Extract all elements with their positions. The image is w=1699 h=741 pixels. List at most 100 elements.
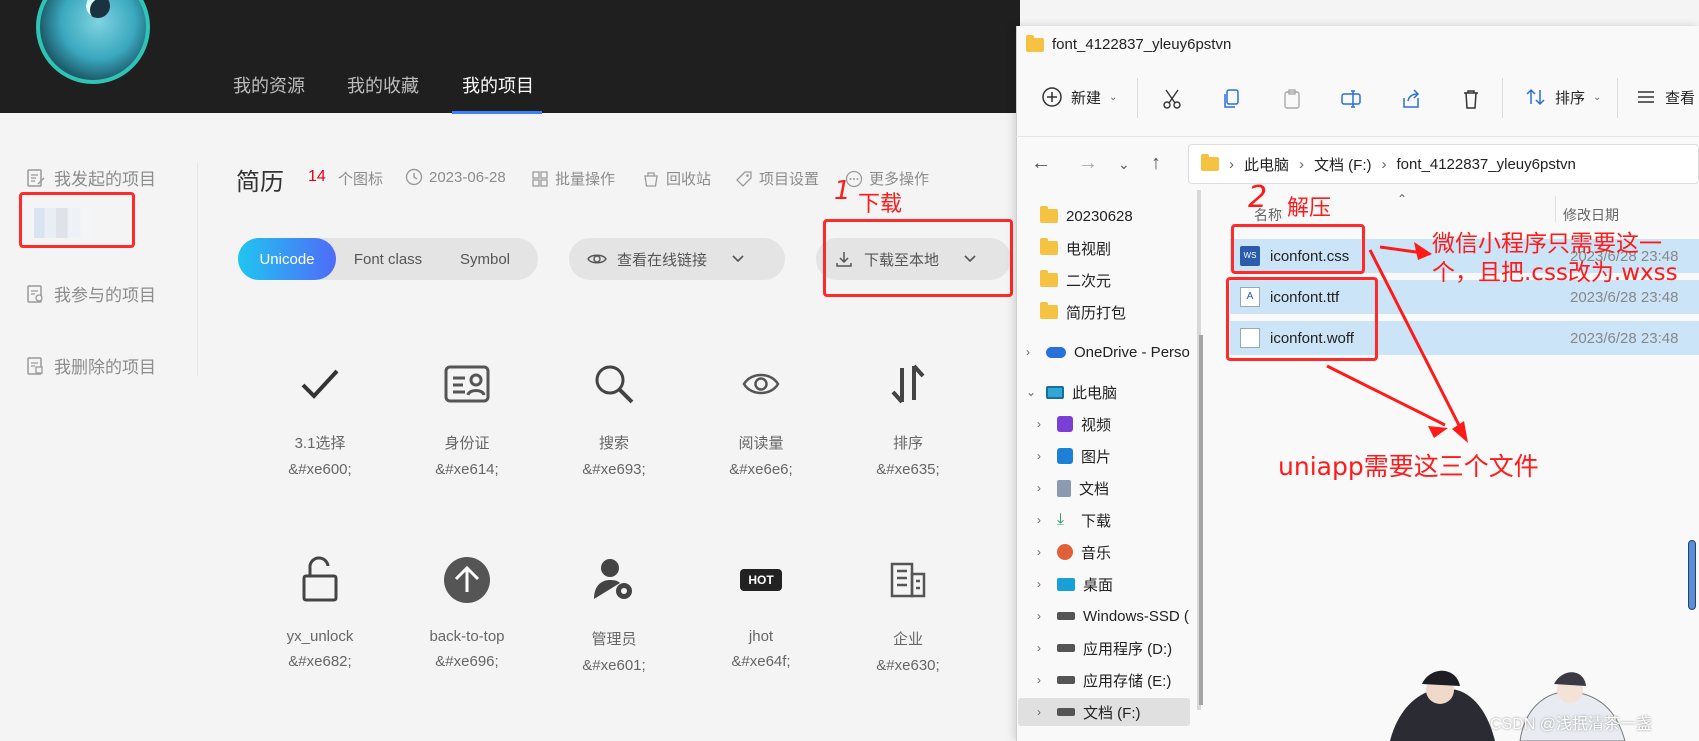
icon-card-building[interactable]: 企业 &#xe630; <box>833 550 983 674</box>
toolbar-separator <box>1137 78 1138 118</box>
batch-action-button[interactable]: 批量操作 <box>531 168 615 189</box>
breadcrumb-separator: › <box>1299 155 1305 173</box>
chevron-right-icon[interactable]: › <box>1037 673 1049 687</box>
toolbar-separator <box>1617 78 1618 118</box>
tree-item-documents[interactable]: › 文档 <box>1037 474 1207 502</box>
tree-scrollbar-thumb[interactable] <box>1199 335 1203 705</box>
cloud-icon <box>1046 346 1066 358</box>
folder-icon <box>1040 238 1058 255</box>
chevron-right-icon[interactable]: › <box>1026 345 1038 359</box>
cut-icon[interactable] <box>1161 88 1183 110</box>
tree-item-desktop[interactable]: › 桌面 <box>1037 570 1207 598</box>
share-icon[interactable] <box>1400 88 1422 110</box>
address-bar[interactable]: › 此电脑 › 文档 (F:) › font_4122837_yleuy6pst… <box>1188 144 1699 184</box>
admin-icon <box>594 559 632 599</box>
toolbar-separator <box>1502 78 1503 118</box>
tree-item-this-pc[interactable]: ⌄ 此电脑 <box>1026 378 1196 406</box>
chevron-right-icon[interactable]: › <box>1037 609 1049 623</box>
tree-item-windows-ssd[interactable]: › Windows-SSD ( <box>1037 602 1207 630</box>
tree-item-music[interactable]: › 音乐 <box>1037 538 1207 566</box>
icon-count-unit: 个图标 <box>338 171 384 188</box>
rename-icon[interactable] <box>1340 88 1362 110</box>
search-icon <box>595 365 634 404</box>
tree-item-drive-d[interactable]: › 应用程序 (D:) <box>1037 634 1207 662</box>
nav-my-favorites[interactable]: 我的收藏 <box>347 72 419 98</box>
icon-card-hot[interactable]: HOT jhot &#xe64f; <box>686 550 836 670</box>
sidebar-item-joined[interactable]: 我参与的项目 <box>26 281 156 306</box>
tree-item-downloads[interactable]: › ⤓ 下载 <box>1037 506 1207 534</box>
annotation-box-project <box>19 192 135 248</box>
back-arrow-icon[interactable]: ← <box>1031 152 1055 176</box>
explorer-title: font_4122837_yleuy6pstvn <box>1026 34 1231 53</box>
delete-icon[interactable] <box>1460 88 1482 110</box>
chevron-right-icon[interactable]: › <box>1037 545 1049 559</box>
paste-icon[interactable] <box>1281 88 1303 110</box>
clock-icon <box>405 168 423 186</box>
folder-icon <box>1040 270 1058 287</box>
nav-my-projects[interactable]: 我的项目 <box>462 72 534 98</box>
breadcrumb-current-folder[interactable]: font_4122837_yleuy6pstvn <box>1397 156 1576 173</box>
column-header-modified[interactable]: 修改日期 <box>1563 205 1619 225</box>
search-doc-icon <box>27 284 43 303</box>
tree-item-anime[interactable]: 二次元 <box>1020 266 1190 294</box>
unlock-icon <box>302 556 338 602</box>
copy-icon[interactable] <box>1221 88 1243 110</box>
tree-item-drive-e[interactable]: › 应用存储 (E:) <box>1037 666 1207 694</box>
new-button[interactable]: 新建 ⌄ <box>1041 86 1117 108</box>
tab-font-class[interactable]: Font class <box>336 251 440 268</box>
breadcrumb-drive-f[interactable]: 文档 (F:) <box>1314 154 1372 175</box>
sidebar-item-deleted[interactable]: 我删除的项目 <box>26 353 156 378</box>
tab-symbol[interactable]: Symbol <box>440 251 530 268</box>
annotation-uniapp-note: uniapp需要这三个文件 <box>1278 452 1539 481</box>
icon-card-eye[interactable]: 阅读量 &#xe6e6; <box>686 354 836 478</box>
recent-chevron-icon[interactable]: ⌄ <box>1118 156 1142 180</box>
grid-icon <box>532 170 548 187</box>
project-settings-button[interactable]: 项目设置 <box>735 168 819 189</box>
watermark: CSDN @浅抿清茶一盏 <box>1490 716 1653 733</box>
chevron-right-icon[interactable]: › <box>1037 513 1049 527</box>
up-arrow-icon[interactable]: ↑ <box>1151 152 1175 176</box>
tree-item-videos[interactable]: › 视频 <box>1037 410 1207 438</box>
view-online-link-button[interactable]: 查看在线链接 <box>569 238 785 280</box>
tree-item-drive-f[interactable]: › 文档 (F:) <box>1037 698 1207 726</box>
column-separator[interactable] <box>1555 196 1556 222</box>
chevron-right-icon[interactable]: › <box>1037 705 1049 719</box>
sidebar-item-created[interactable]: 我发起的项目 <box>26 165 156 190</box>
tree-item-pictures[interactable]: › 图片 <box>1037 442 1207 470</box>
tree-item-resume[interactable]: 简历打包 <box>1020 298 1190 326</box>
view-button[interactable]: 查看 <box>1635 86 1695 108</box>
trash-doc-icon <box>27 356 43 375</box>
icon-card-check[interactable]: 3.1选择 &#xe600; <box>245 354 395 478</box>
tree-item-onedrive[interactable]: › OneDrive - Perso <box>1026 338 1196 366</box>
tab-unicode[interactable]: Unicode <box>238 238 336 280</box>
annotation-number-2: 2 <box>1248 180 1268 215</box>
chevron-right-icon[interactable]: › <box>1037 641 1049 655</box>
tag-icon <box>736 170 752 187</box>
forward-arrow-icon[interactable]: → <box>1078 152 1102 176</box>
file-list-scrollbar[interactable] <box>1688 540 1696 610</box>
icon-card-sort[interactable]: 排序 &#xe635; <box>833 354 983 478</box>
edit-doc-icon <box>27 168 45 187</box>
chevron-right-icon[interactable]: › <box>1037 449 1049 463</box>
annotation-number-1: 1 <box>834 176 851 206</box>
icon-card-id-card[interactable]: 身份证 &#xe614; <box>392 354 542 478</box>
breadcrumb-separator: › <box>1229 155 1234 173</box>
icon-card-search[interactable]: 搜索 &#xe693; <box>539 354 689 478</box>
icon-card-back-to-top[interactable]: back-to-top &#xe696; <box>392 550 542 670</box>
sidebar-item-label: 我删除的项目 <box>54 358 156 377</box>
tree-item-20230628[interactable]: 20230628 <box>1020 202 1190 230</box>
hot-icon: HOT <box>740 569 782 591</box>
chevron-down-icon[interactable]: ⌄ <box>1026 385 1038 399</box>
tree-item-tv[interactable]: 电视剧 <box>1020 234 1190 262</box>
chevron-right-icon[interactable]: › <box>1037 481 1049 495</box>
sidebar-item-label: 我参与的项目 <box>54 286 156 305</box>
nav-my-resources[interactable]: 我的资源 <box>233 72 305 98</box>
icon-card-unlock[interactable]: yx_unlock &#xe682; <box>245 550 395 670</box>
sort-button[interactable]: 排序 ⌄ <box>1525 86 1601 108</box>
chevron-right-icon[interactable]: › <box>1037 417 1049 431</box>
chevron-right-icon[interactable]: › <box>1037 577 1049 591</box>
icon-card-admin[interactable]: 管理员 &#xe601; <box>539 550 689 674</box>
plus-circle-icon <box>1042 87 1062 107</box>
breadcrumb-this-pc[interactable]: 此电脑 <box>1244 154 1289 175</box>
recycle-bin-button[interactable]: 回收站 <box>642 168 711 189</box>
